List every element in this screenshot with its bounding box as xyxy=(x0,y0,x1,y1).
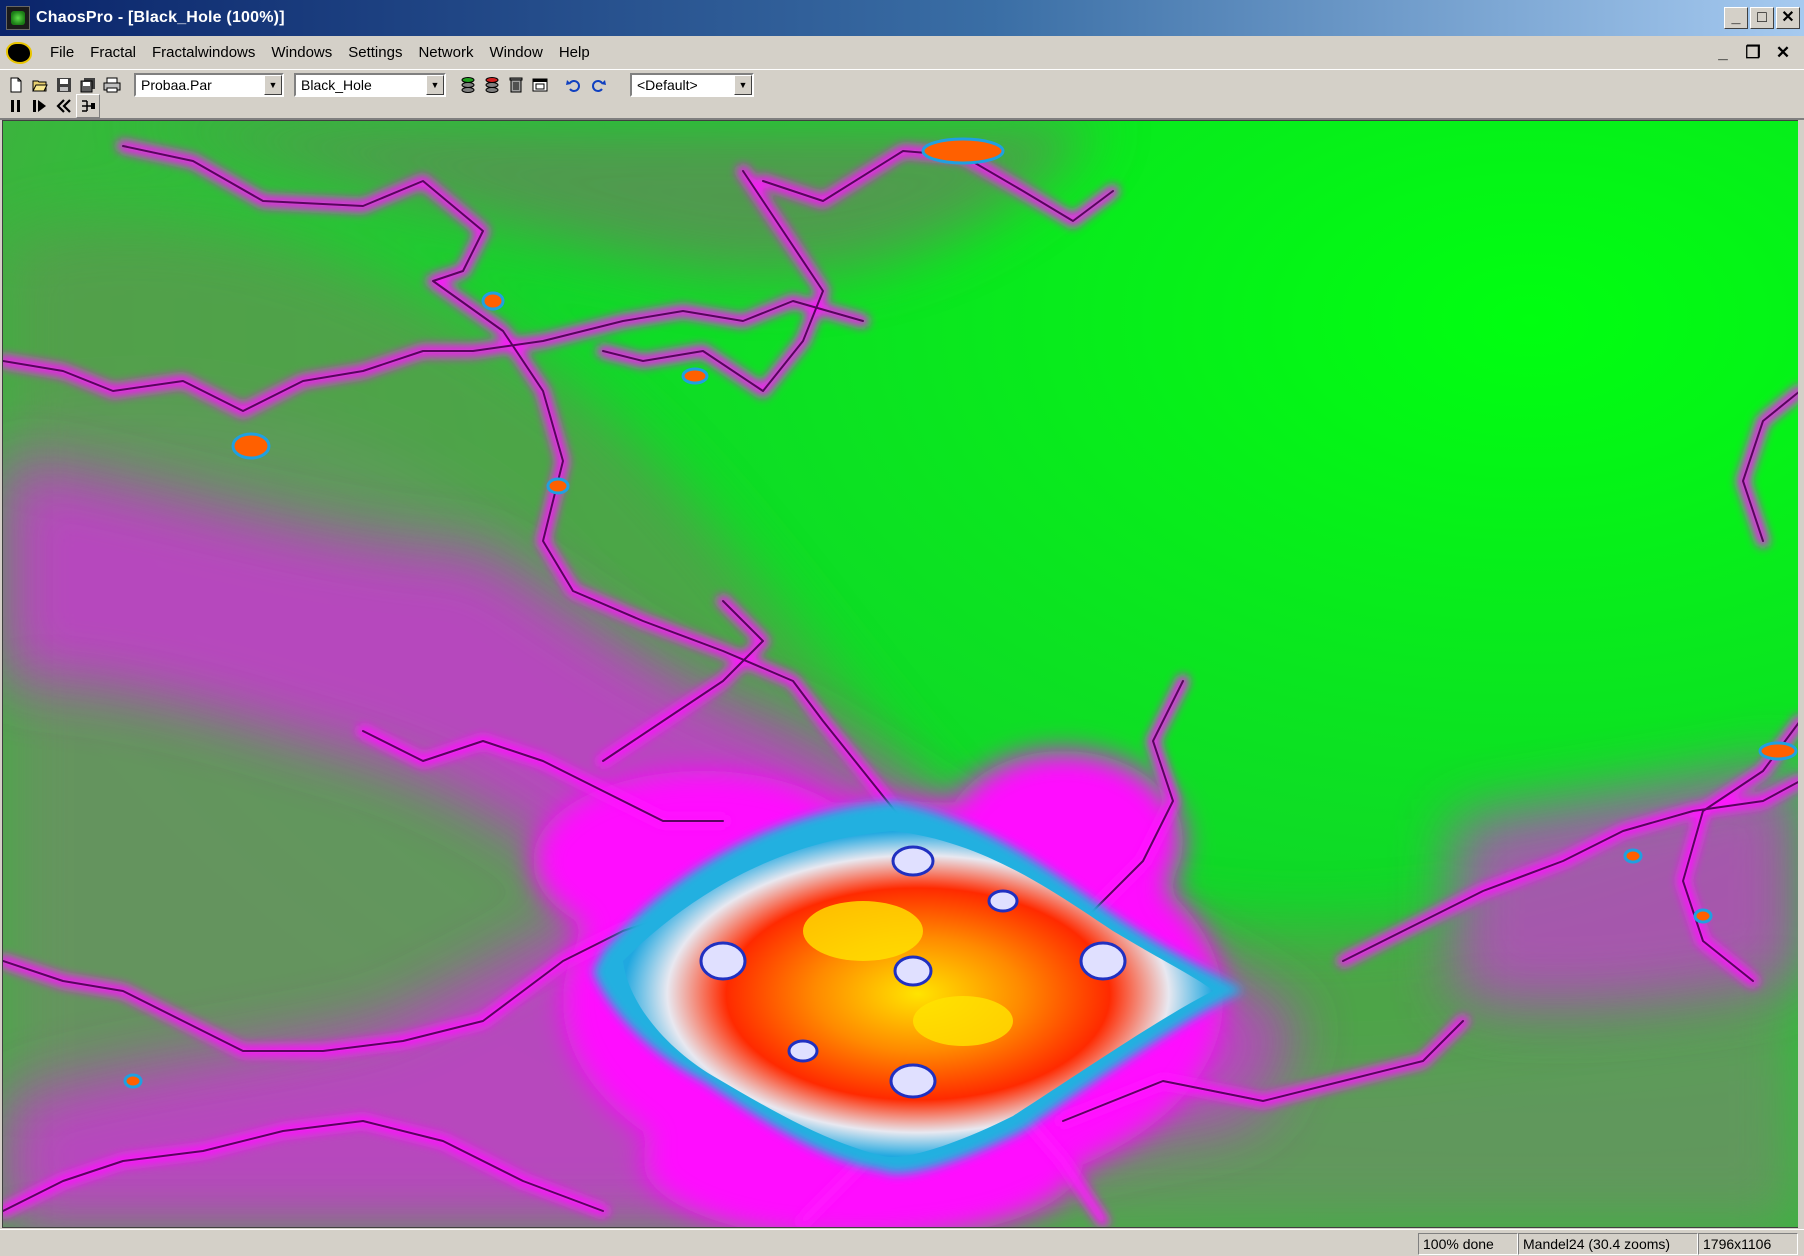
window-title: ChaosPro - [Black_Hole (100%)] xyxy=(36,9,285,26)
toolbar-row-calc xyxy=(4,93,100,119)
toolbar-row-main: Probaa.Par ▼ Black_Hole ▼ <Default> ▼ xyxy=(4,71,764,99)
document-fractal-icon[interactable] xyxy=(4,38,34,68)
document-minimize-button[interactable]: _ xyxy=(1710,41,1736,65)
trash-icon[interactable] xyxy=(504,73,528,97)
parameter-file-value: Probaa.Par xyxy=(141,77,212,93)
menu-fractal[interactable]: Fractal xyxy=(82,38,144,68)
window-maximize-button[interactable]: □ xyxy=(1750,7,1774,29)
pause-icon[interactable] xyxy=(4,94,28,118)
menu-help[interactable]: Help xyxy=(551,38,598,68)
rewind-icon[interactable] xyxy=(52,94,76,118)
document-restore-button[interactable]: ❐ xyxy=(1740,41,1766,65)
delete-parameter-set-icon[interactable] xyxy=(480,73,504,97)
chevron-down-icon[interactable]: ▼ xyxy=(264,75,282,95)
fractal-canvas[interactable] xyxy=(2,120,1799,1228)
window-border xyxy=(1798,120,1804,1230)
fractal-select[interactable]: Black_Hole ▼ xyxy=(294,73,446,97)
status-bar: 100% done Mandel24 (30.4 zooms) 1796x110… xyxy=(0,1229,1804,1256)
menu-file[interactable]: File xyxy=(42,38,82,68)
menu-fractalwindows[interactable]: Fractalwindows xyxy=(144,38,263,68)
preset-value: <Default> xyxy=(637,77,698,93)
fractal-image xyxy=(3,121,1798,1227)
undo-icon[interactable] xyxy=(562,73,586,97)
title-bar: ChaosPro - [Black_Hole (100%)] _ □ ✕ xyxy=(0,0,1804,36)
menu-network[interactable]: Network xyxy=(410,38,481,68)
toolbar: Probaa.Par ▼ Black_Hole ▼ <Default> ▼ xyxy=(0,70,1804,120)
step-tree-icon[interactable] xyxy=(76,94,100,118)
window-close-button[interactable]: ✕ xyxy=(1776,7,1800,29)
menu-settings[interactable]: Settings xyxy=(340,38,410,68)
chevron-down-icon[interactable]: ▼ xyxy=(426,75,444,95)
document-window-controls: _ ❐ ✕ xyxy=(1710,41,1796,65)
window-minimize-button[interactable]: _ xyxy=(1724,7,1748,29)
window-view-icon[interactable] xyxy=(528,73,552,97)
status-progress: 100% done xyxy=(1418,1233,1518,1255)
parameter-file-select[interactable]: Probaa.Par ▼ xyxy=(134,73,284,97)
print-icon[interactable] xyxy=(100,73,124,97)
menu-windows[interactable]: Windows xyxy=(263,38,340,68)
add-parameter-set-icon[interactable] xyxy=(456,73,480,97)
preset-select[interactable]: <Default> ▼ xyxy=(630,73,754,97)
status-image-size: 1796x1106 xyxy=(1698,1233,1798,1255)
chaospro-app-icon[interactable] xyxy=(6,6,30,30)
menu-bar: File Fractal Fractalwindows Windows Sett… xyxy=(0,36,1804,70)
window-controls: _ □ ✕ xyxy=(1724,7,1800,29)
document-close-button[interactable]: ✕ xyxy=(1770,41,1796,65)
resume-icon[interactable] xyxy=(28,94,52,118)
fractal-name-value: Black_Hole xyxy=(301,77,372,93)
chevron-down-icon[interactable]: ▼ xyxy=(734,75,752,95)
redo-icon[interactable] xyxy=(586,73,610,97)
menu-window[interactable]: Window xyxy=(481,38,550,68)
status-formula: Mandel24 (30.4 zooms) xyxy=(1518,1233,1698,1255)
